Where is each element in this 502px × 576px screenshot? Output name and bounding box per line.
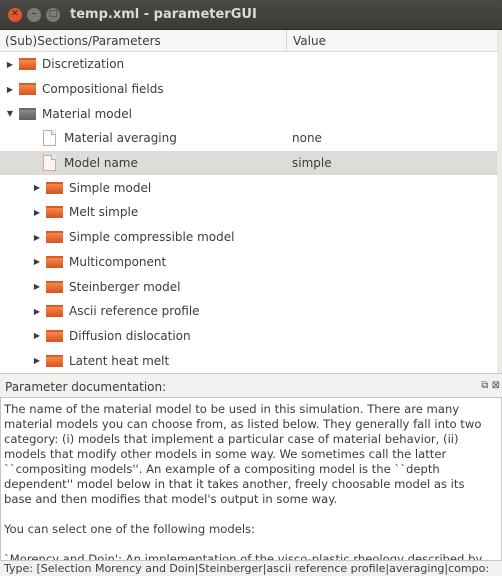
folder-icon [46, 206, 63, 219]
tree-header: (Sub)Sections/Parameters Value [0, 30, 502, 52]
tree-row-model-name[interactable]: Model name simple [0, 150, 502, 176]
window-title: temp.xml - parameterGUI [70, 7, 257, 22]
parameter-tree[interactable]: (Sub)Sections/Parameters Value ▶ Discret… [0, 30, 502, 374]
close-window-button[interactable]: ✕ [8, 7, 22, 22]
status-text: Type: [Selection Morency and Doin|Steinb… [4, 562, 490, 575]
column-header-value[interactable]: Value [287, 34, 326, 48]
folder-icon [19, 83, 36, 96]
expand-arrow-icon[interactable]: ▶ [31, 206, 43, 218]
doc-paragraph: You can select one of the following mode… [4, 522, 255, 536]
tree-row-steinberger-model[interactable]: ▶ Steinberger model [0, 274, 502, 299]
maximize-window-button[interactable]: □ [46, 7, 60, 22]
tree-row-label: Latent heat melt [69, 353, 170, 368]
expand-arrow-icon[interactable]: ▶ [4, 58, 16, 70]
folder-open-icon [19, 107, 36, 120]
tree-scrollbar[interactable] [497, 30, 502, 373]
tree-row-simple-model[interactable]: ▶ Simple model [0, 175, 502, 200]
tree-row-label: Simple compressible model [69, 230, 235, 245]
folder-icon [46, 280, 63, 293]
tree-row-ascii-reference-profile[interactable]: ▶ Ascii reference profile [0, 299, 502, 324]
parameter-value[interactable]: simple [292, 151, 332, 176]
folder-icon [46, 231, 63, 244]
tree-row-material-averaging[interactable]: Material averaging none [0, 126, 502, 151]
tree-row-discretization[interactable]: ▶ Discretization [0, 52, 502, 77]
parameter-file-icon [43, 155, 56, 172]
documentation-panel-header: Parameter documentation: ⧉ ⊠ [0, 376, 502, 397]
tree-row-label: Material averaging [64, 131, 177, 146]
tree-row-label: Multicomponent [69, 254, 167, 269]
folder-icon [46, 354, 63, 367]
tree-row-label: Discretization [42, 57, 125, 72]
folder-icon [46, 305, 63, 318]
expand-arrow-icon[interactable]: ▶ [31, 231, 43, 243]
collapse-arrow-icon[interactable]: ▼ [4, 108, 16, 120]
expand-arrow-icon[interactable]: ▶ [31, 281, 43, 293]
tree-row-simple-compressible-model[interactable]: ▶ Simple compressible model [0, 225, 502, 250]
expand-arrow-icon[interactable]: ▶ [4, 83, 16, 95]
tree-row-label: Ascii reference profile [69, 304, 200, 319]
parameter-file-icon [43, 130, 56, 147]
tree-row-multicomponent[interactable]: ▶ Multicomponent [0, 250, 502, 275]
tree-row-label: Diffusion dislocation [69, 328, 191, 343]
expand-arrow-icon[interactable]: ▶ [31, 256, 43, 268]
minimize-window-button[interactable]: – [27, 7, 41, 22]
tree-row-melt-simple[interactable]: ▶ Melt simple [0, 200, 502, 225]
tree-row-latent-heat-melt[interactable]: ▶ Latent heat melt [0, 348, 502, 373]
folder-icon [19, 58, 36, 71]
dock-float-close-icon[interactable]: ⧉ ⊠ [481, 380, 500, 391]
tree-row-material-model[interactable]: ▼ Material model [0, 101, 502, 126]
tree-row-compositional-fields[interactable]: ▶ Compositional fields [0, 77, 502, 102]
doc-paragraph: `Morency and Doin': An implementation of… [4, 552, 483, 561]
tree-row-label: Compositional fields [42, 82, 164, 97]
folder-icon [46, 329, 63, 342]
documentation-label: Parameter documentation: [5, 379, 167, 394]
tree-row-label: Simple model [69, 180, 152, 195]
tree-row-label: Steinberger model [69, 279, 181, 294]
expand-arrow-icon[interactable]: ▶ [31, 330, 43, 342]
title-bar: ✕ – □ temp.xml - parameterGUI [0, 0, 502, 30]
column-header-name[interactable]: (Sub)Sections/Parameters [0, 30, 287, 52]
expand-arrow-icon[interactable]: ▶ [31, 182, 43, 194]
doc-paragraph: The name of the material model to be use… [4, 402, 482, 506]
folder-icon [46, 255, 63, 268]
tree-row-label: Melt simple [69, 205, 139, 220]
parameter-value[interactable]: none [292, 126, 322, 151]
expand-arrow-icon[interactable]: ▶ [31, 305, 43, 317]
expand-arrow-icon[interactable]: ▶ [31, 355, 43, 367]
folder-icon [46, 181, 63, 194]
documentation-text-area[interactable]: The name of the material model to be use… [0, 397, 502, 561]
status-bar: Type: [Selection Morency and Doin|Steinb… [0, 561, 502, 576]
tree-row-label: Model name [64, 156, 138, 171]
tree-row-label: Material model [42, 106, 132, 121]
tree-row-diffusion-dislocation[interactable]: ▶ Diffusion dislocation [0, 324, 502, 349]
